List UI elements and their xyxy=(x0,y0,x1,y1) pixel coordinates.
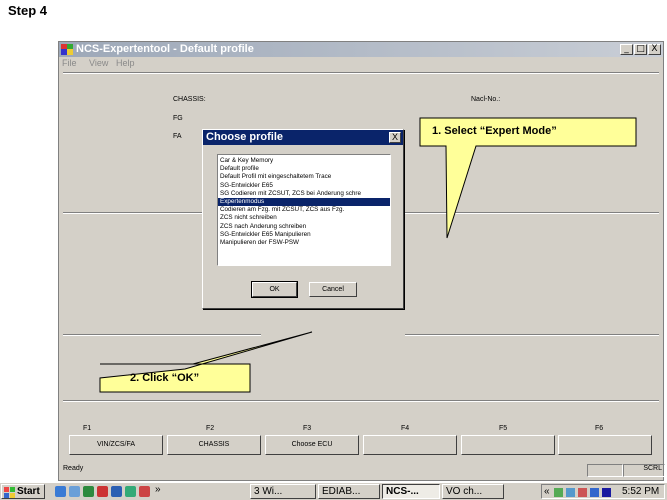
taskbar-item-folder[interactable]: 3 Wi... xyxy=(250,484,316,499)
fkey-label-f1: F1 xyxy=(83,425,92,432)
tray-icon[interactable] xyxy=(602,488,611,497)
status-scrl: SCRL xyxy=(623,464,665,477)
profile-item[interactable]: SG Codieren mit ZCSUT, ZCS bei Änderung … xyxy=(218,190,390,198)
minimize-button[interactable]: _ xyxy=(620,44,633,55)
bottom-separator xyxy=(63,400,659,402)
f5-button[interactable] xyxy=(461,435,555,455)
cancel-button[interactable]: Cancel xyxy=(309,282,357,297)
fkey-label-f6: F6 xyxy=(595,425,604,432)
f6-button[interactable] xyxy=(558,435,652,455)
middle-separator-right xyxy=(405,212,659,214)
ncd-label: Nacl-No.: xyxy=(471,96,501,103)
profile-item[interactable]: SG-Entwickler E65 xyxy=(218,182,390,190)
fkey-label-f4: F4 xyxy=(401,425,410,432)
close-button[interactable]: X xyxy=(648,44,661,55)
browser-icon[interactable] xyxy=(125,486,136,497)
top-separator xyxy=(63,72,659,74)
maximize-button[interactable]: □ xyxy=(634,44,647,55)
step-label: Step 4 xyxy=(8,3,48,18)
lower-separator-left xyxy=(63,334,261,336)
taskbar-item-ediabas[interactable]: EDIAB... xyxy=(318,484,380,499)
start-label: Start xyxy=(17,486,40,497)
fkey-label-f5: F5 xyxy=(499,425,508,432)
profile-item-expertenmodus[interactable]: Expertenmodus xyxy=(218,197,390,207)
profile-item[interactable]: Manipulieren der FSW-PSW xyxy=(218,239,390,247)
tray-icon[interactable] xyxy=(554,488,563,497)
taskbar-item-ncs[interactable]: NCS-... xyxy=(382,484,440,499)
dialog-title: Choose profile xyxy=(203,130,403,145)
app-icon-small[interactable] xyxy=(139,486,150,497)
choose-profile-dialog: Choose profile X Car & Key Memory Defaul… xyxy=(202,129,404,309)
fkey-label-f2: F2 xyxy=(206,425,215,432)
window-title: NCS-Expertentool - Default profile xyxy=(76,43,254,55)
windows-logo-icon xyxy=(4,487,15,498)
word-icon[interactable] xyxy=(111,486,122,497)
profile-item[interactable]: ZCS nach Änderung schreiben xyxy=(218,223,390,231)
explorer-icon[interactable] xyxy=(69,486,80,497)
app-icon xyxy=(61,44,73,55)
menu-bar: File View Help xyxy=(59,57,663,70)
tray-icon[interactable] xyxy=(566,488,575,497)
chassis-label: CHASSIS: xyxy=(173,96,206,103)
callout-expert-mode-text: 1. Select “Expert Mode” xyxy=(432,125,557,137)
tray-chevron-icon[interactable]: « xyxy=(544,485,550,499)
f1-vin-button[interactable]: VIN/ZCS/FA xyxy=(69,435,163,455)
fg-label: FG xyxy=(173,115,183,122)
taskbar-item-vo[interactable]: VO ch... xyxy=(442,484,504,499)
tray-icon[interactable] xyxy=(590,488,599,497)
acrobat-icon[interactable] xyxy=(97,486,108,497)
ok-button[interactable]: OK xyxy=(251,281,298,298)
status-bar: Ready SCRL xyxy=(59,464,665,477)
clock[interactable]: 5:52 PM xyxy=(622,485,659,499)
profile-item[interactable]: Default profile xyxy=(218,165,390,173)
f2-chassis-button[interactable]: CHASSIS xyxy=(167,435,261,455)
menu-view[interactable]: View xyxy=(89,58,108,68)
quicklaunch-chevron-icon[interactable]: » xyxy=(155,484,161,495)
title-bar[interactable]: NCS-Expertentool - Default profile _ □ X xyxy=(59,42,663,57)
fkey-label-f3: F3 xyxy=(303,425,312,432)
menu-file[interactable]: File xyxy=(62,58,77,68)
start-button[interactable]: Start xyxy=(1,484,45,499)
profile-item[interactable]: Default Profil mit eingeschaltetem Trace xyxy=(218,173,390,181)
dialog-close-button[interactable]: X xyxy=(389,132,401,143)
profile-item[interactable]: SG-Entwickler E65 Manipulieren xyxy=(218,231,390,239)
profile-item[interactable]: Codieren am Fzg. mit ZCSUT, ZCS aus Fzg. xyxy=(218,206,390,214)
taskbar: Start » 3 Wi... EDIAB... NCS-... VO ch..… xyxy=(0,482,667,500)
f4-button[interactable] xyxy=(363,435,457,455)
tray-icon[interactable] xyxy=(578,488,587,497)
ie-icon[interactable] xyxy=(55,486,66,497)
status-pane xyxy=(587,464,623,477)
lower-separator-right xyxy=(405,334,659,336)
profile-item[interactable]: Car & Key Memory xyxy=(218,157,390,165)
excel-icon[interactable] xyxy=(83,486,94,497)
status-ready: Ready xyxy=(63,465,84,472)
menu-help[interactable]: Help xyxy=(116,58,135,68)
callout-ok-text: 2. Click “OK” xyxy=(130,372,200,384)
profile-item[interactable]: ZCS nicht schreiben xyxy=(218,214,390,222)
profile-list[interactable]: Car & Key Memory Default profile Default… xyxy=(217,154,391,266)
f3-choose-ecu-button[interactable]: Choose ECU xyxy=(265,435,359,455)
system-tray: « 5:52 PM xyxy=(541,484,665,499)
fa-label: FA xyxy=(173,133,182,140)
